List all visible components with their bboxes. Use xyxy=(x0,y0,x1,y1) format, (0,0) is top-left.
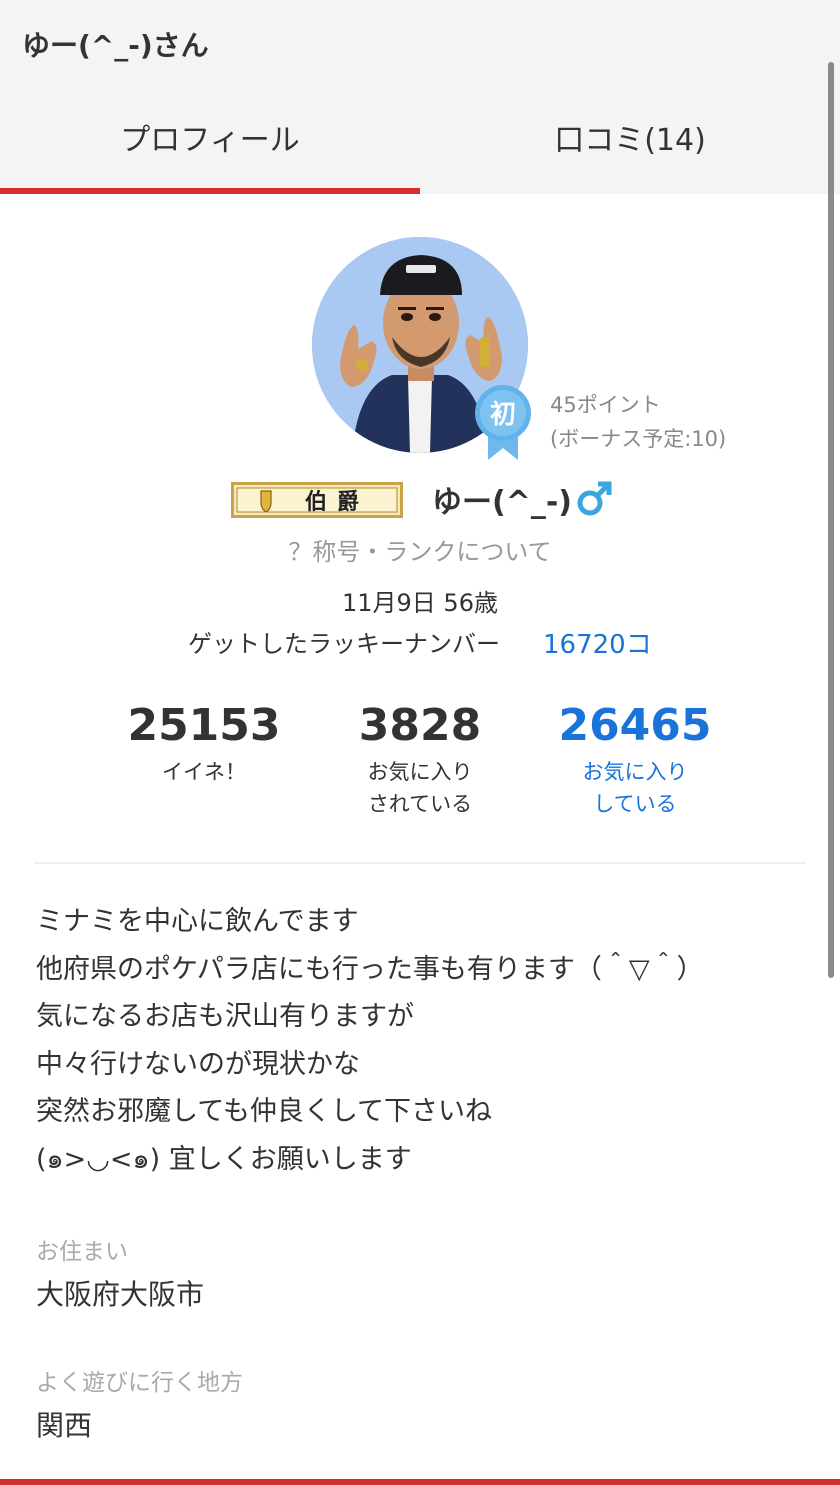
bio-line: 中々行けないのが現状かな xyxy=(36,1048,360,1080)
residence-label: お住まい xyxy=(36,1239,128,1265)
favorited-by-count: 3828 xyxy=(358,700,482,751)
tab-reviews-label: 口コミ(14) xyxy=(554,123,706,158)
bio-line: 気になるお店も沢山有りますが xyxy=(36,1001,414,1032)
lucky-number-label: ゲットしたラッキーナンバー xyxy=(188,630,500,658)
bio-line: 他府県のポケパラ店にも行った事も有ります（＾▽＾） xyxy=(36,953,704,985)
area-label: よく遊びに行く地方 xyxy=(36,1370,243,1396)
rank-title: 伯爵 xyxy=(305,489,369,515)
favorites-label-line2: している xyxy=(593,792,677,816)
favorites-label: お気に入り している xyxy=(525,756,745,820)
rank-badge: 伯爵 xyxy=(231,482,403,518)
favorites-label-line1: お気に入り xyxy=(582,760,688,784)
username: ゆー(^_-) xyxy=(432,485,573,520)
birthday-age: 11月9日 56歳 xyxy=(342,589,498,617)
likes-count: 25153 xyxy=(127,700,281,751)
favorited-by-label: お気に入り されている xyxy=(310,756,530,820)
scrollbar[interactable] xyxy=(828,62,834,978)
likes-label: イイネ！ xyxy=(162,760,246,784)
area-value: 関西 xyxy=(36,1409,93,1442)
first-badge-icon: 初 xyxy=(475,385,531,460)
male-icon xyxy=(577,481,612,516)
rank-info-link-label: ？称号・ランクについて xyxy=(288,538,552,566)
bio-line: ミナミを中心に飲んでます xyxy=(36,906,359,937)
bonus-value: (ボーナス予定:10) xyxy=(550,427,727,451)
tab-profile[interactable]: プロフィール xyxy=(0,90,420,194)
residence-value: 大阪府大阪市 xyxy=(36,1278,205,1311)
bio-text: ミナミを中心に飲んでます 他府県のポケパラ店にも行った事も有ります（＾▽＾） 気… xyxy=(36,898,816,1183)
profile-page: ゆー(^_-)さん プロフィール 口コミ(14) 初 45ポイント (ボーナス予… xyxy=(0,0,840,1485)
header: ゆー(^_-)さん プロフィール 口コミ(14) xyxy=(0,0,840,194)
favorited-by-label-line2: されている xyxy=(367,792,473,816)
tab-bar: プロフィール 口コミ(14) xyxy=(0,90,840,194)
bio-line: (๑>◡<๑) 宜しくお願いします xyxy=(36,1143,412,1175)
tab-reviews[interactable]: 口コミ(14) xyxy=(420,90,840,194)
likes-stat[interactable]: 25153 イイネ！ xyxy=(94,700,314,788)
page-title: ゆー(^_-)さん xyxy=(22,29,209,62)
shield-icon xyxy=(260,490,272,513)
divider xyxy=(34,862,806,864)
favorites-count: 26465 xyxy=(558,700,712,751)
bottom-accent-bar xyxy=(0,1479,840,1485)
bio-line: 突然お邪魔しても仲良くして下さいね xyxy=(36,1096,493,1127)
points-value: 45ポイント xyxy=(550,393,661,417)
favorited-by-label-line1: お気に入り xyxy=(367,760,473,784)
favorites-stat[interactable]: 26465 お気に入り している xyxy=(525,700,745,820)
points-info: 45ポイント (ボーナス予定:10) xyxy=(550,388,726,456)
tab-profile-label: プロフィール xyxy=(120,123,300,158)
rank-info-link[interactable]: ？称号・ランクについて xyxy=(0,532,840,567)
lucky-number-value[interactable]: 16720コ xyxy=(543,624,652,661)
badge-label: 初 xyxy=(490,400,516,430)
favorited-by-stat[interactable]: 3828 お気に入り されている xyxy=(310,700,530,820)
